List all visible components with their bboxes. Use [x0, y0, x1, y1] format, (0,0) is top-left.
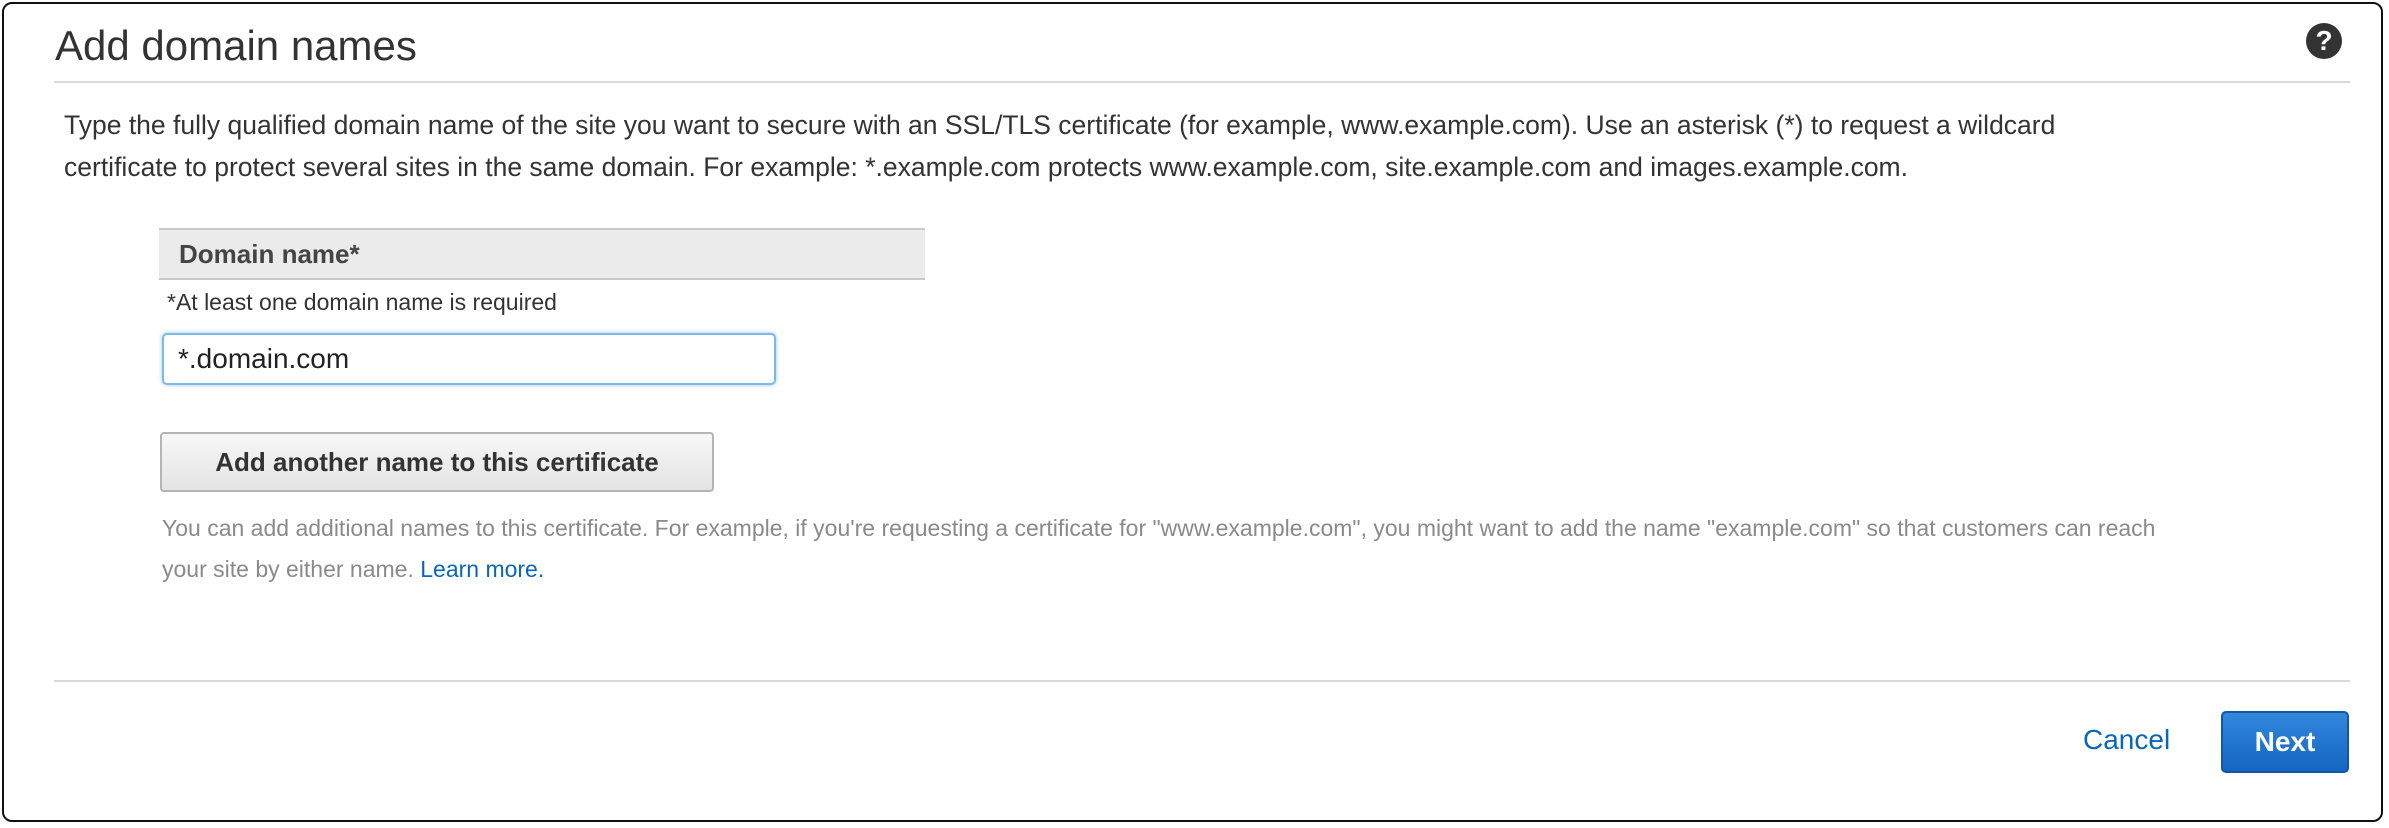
page-title: Add domain names — [55, 22, 417, 69]
help-line-2: your site by either name. Learn more. — [162, 549, 2352, 590]
instructions-text: Type the fully qualified domain name of … — [64, 104, 2344, 188]
instructions-line-2: certificate to protect several sites in … — [64, 152, 1908, 182]
learn-more-link[interactable]: Learn more. — [420, 556, 544, 582]
domain-name-column-header: Domain name* — [159, 228, 925, 280]
header-divider — [54, 81, 2350, 83]
additional-names-help: You can add additional names to this cer… — [162, 508, 2352, 590]
help-line-1: You can add additional names to this cer… — [162, 515, 2156, 541]
question-circle-icon[interactable]: ? — [2306, 23, 2342, 59]
help-line-2-text: your site by either name. — [162, 556, 414, 582]
add-another-name-button[interactable]: Add another name to this certificate — [160, 432, 714, 492]
instructions-line-1: Type the fully qualified domain name of … — [64, 110, 2056, 140]
required-note: *At least one domain name is required — [167, 289, 557, 315]
footer-divider — [54, 680, 2350, 682]
add-domain-names-panel: Add domain names ? Type the fully qualif… — [2, 2, 2383, 822]
next-button[interactable]: Next — [2221, 711, 2349, 773]
domain-name-input[interactable] — [162, 333, 776, 385]
cancel-link[interactable]: Cancel — [2083, 720, 2170, 760]
